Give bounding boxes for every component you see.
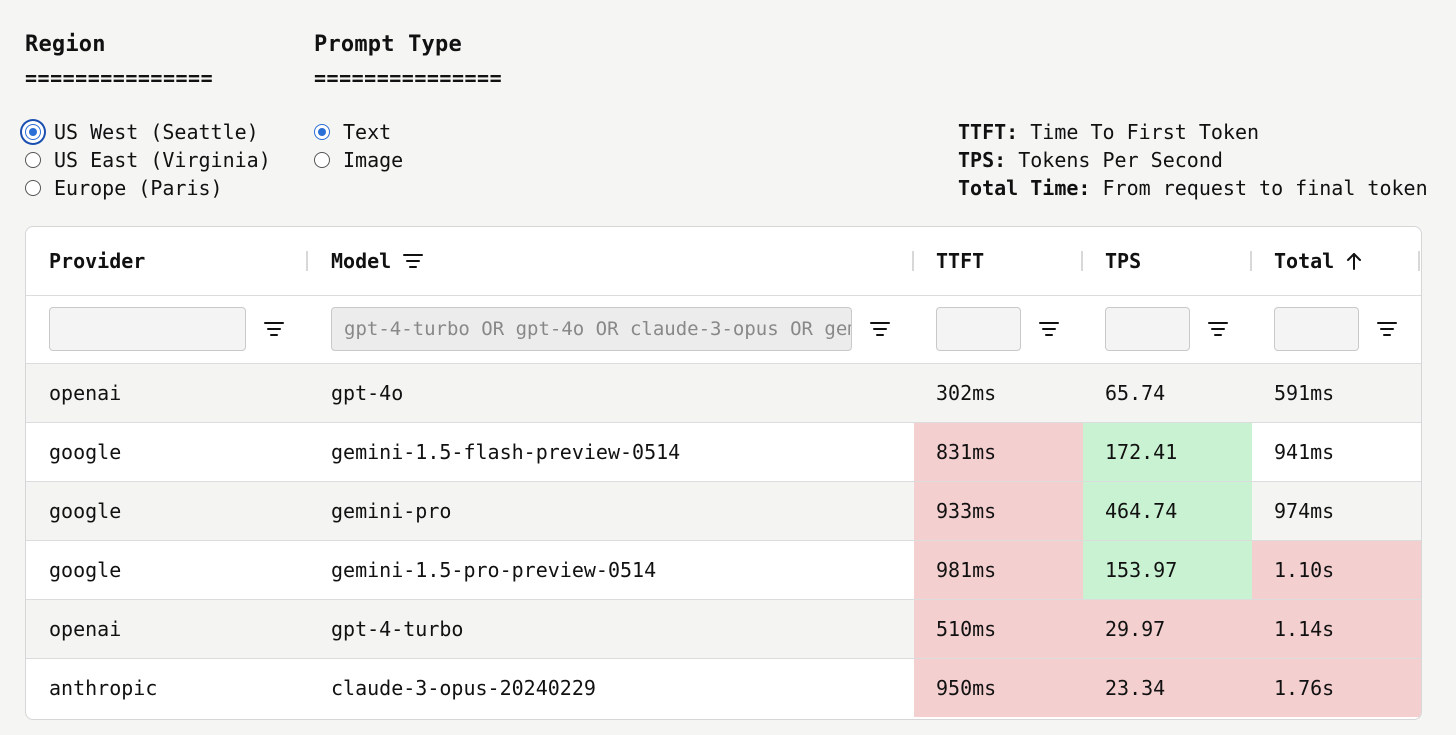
column-header-provider[interactable]: Provider: [49, 227, 145, 295]
ttft-cell: 933ms: [914, 482, 1083, 540]
tps-cell: 29.97: [1083, 600, 1252, 658]
tps-filter-input[interactable]: [1105, 307, 1190, 351]
column-label: Model: [331, 249, 392, 273]
ttft-cell: 981ms: [914, 541, 1083, 599]
tps-cell: 464.74: [1083, 482, 1252, 540]
table-row[interactable]: anthropic claude-3-opus-20240229 950ms 2…: [26, 659, 1421, 717]
table-row[interactable]: openai gpt-4-turbo 510ms 29.97 1.14s: [26, 600, 1421, 659]
total-cell: 1.10s: [1252, 541, 1421, 599]
tps-cell: 172.41: [1083, 423, 1252, 481]
column-header-model[interactable]: Model: [331, 227, 424, 295]
column-label: Provider: [49, 249, 146, 273]
filter-menu-icon[interactable]: [869, 319, 891, 339]
legend-term: TPS:: [958, 148, 1007, 172]
provider-cell: google: [49, 499, 122, 523]
model-cell: gemini-1.5-flash-preview-0514: [331, 440, 681, 464]
region-option-label: US East (Virginia): [54, 148, 271, 172]
model-cell: claude-3-opus-20240229: [331, 676, 596, 700]
column-separator[interactable]: [1250, 251, 1252, 271]
model-cell: gpt-4o: [331, 381, 404, 405]
region-heading: Region: [25, 32, 106, 57]
region-option-europe[interactable]: Europe (Paris): [25, 174, 223, 202]
region-option-us-west[interactable]: US West (Seattle): [25, 118, 259, 146]
legend-ttft: TTFT: Time To First Token: [958, 120, 1259, 144]
table-row[interactable]: openai gpt-4o 302ms 65.74 591ms: [26, 364, 1421, 423]
legend-desc: Tokens Per Second: [1018, 148, 1223, 172]
column-separator[interactable]: [1081, 251, 1083, 271]
ttft-cell: 831ms: [914, 423, 1083, 481]
column-header-ttft[interactable]: TTFT: [936, 227, 984, 295]
provider-filter-input[interactable]: [49, 307, 246, 351]
total-cell: 974ms: [1274, 499, 1335, 523]
total-cell: 941ms: [1274, 440, 1335, 464]
sort-ascending-icon[interactable]: [1346, 252, 1362, 270]
column-separator[interactable]: [912, 251, 914, 271]
total-cell: 591ms: [1274, 381, 1335, 405]
prompt-option-text[interactable]: Text: [314, 118, 391, 146]
legend-term: Total Time:: [958, 176, 1091, 200]
radio-button[interactable]: [25, 124, 41, 140]
column-separator[interactable]: [306, 251, 308, 271]
filter-row: gpt-4-turbo OR gpt-4o OR claude-3-opus O…: [26, 296, 1421, 364]
column-header-tps[interactable]: TPS: [1105, 227, 1141, 295]
tps-cell: 65.74: [1105, 381, 1166, 405]
filter-menu-icon[interactable]: [1038, 319, 1060, 339]
radio-button[interactable]: [314, 152, 330, 168]
table-row[interactable]: google gemini-1.5-pro-preview-0514 981ms…: [26, 541, 1421, 600]
region-underline: ===============: [25, 66, 214, 90]
ttft-filter-input[interactable]: [936, 307, 1021, 351]
model-cell: gemini-pro: [331, 499, 452, 523]
filter-active-icon[interactable]: [403, 253, 424, 269]
column-label: TTFT: [936, 249, 985, 273]
column-label: TPS: [1105, 249, 1142, 273]
legend-total-time: Total Time: From request to final token: [958, 176, 1428, 200]
column-header-total[interactable]: Total: [1274, 227, 1362, 295]
legend-desc: From request to final token: [1102, 176, 1428, 200]
legend-term: TTFT:: [958, 120, 1019, 144]
prompt-type-underline: ===============: [314, 66, 503, 90]
radio-button[interactable]: [25, 180, 41, 196]
provider-cell: google: [49, 440, 122, 464]
prompt-option-image[interactable]: Image: [314, 146, 403, 174]
model-cell: gpt-4-turbo: [331, 617, 464, 641]
prompt-option-label: Text: [343, 120, 392, 144]
results-grid: Provider Model TTFT TPS Total gpt-4-turb…: [25, 226, 1422, 720]
column-label: Total: [1274, 249, 1335, 273]
ttft-cell: 950ms: [914, 659, 1083, 717]
table-row[interactable]: google gemini-pro 933ms 464.74 974ms: [26, 482, 1421, 541]
model-cell: gemini-1.5-pro-preview-0514: [331, 558, 657, 582]
prompt-option-label: Image: [343, 148, 404, 172]
provider-cell: openai: [49, 617, 122, 641]
column-separator[interactable]: [1418, 251, 1420, 271]
total-cell: 1.76s: [1252, 659, 1421, 717]
prompt-type-heading: Prompt Type: [314, 32, 462, 57]
grid-header: Provider Model TTFT TPS Total: [26, 227, 1421, 296]
tps-cell: 153.97: [1083, 541, 1252, 599]
total-filter-input[interactable]: [1274, 307, 1359, 351]
ttft-cell: 302ms: [936, 381, 997, 405]
region-option-label: US West (Seattle): [54, 120, 259, 144]
table-row[interactable]: google gemini-1.5-flash-preview-0514 831…: [26, 423, 1421, 482]
filter-menu-icon[interactable]: [1207, 319, 1229, 339]
filter-menu-icon[interactable]: [263, 319, 285, 339]
region-option-label: Europe (Paris): [54, 176, 223, 200]
legend-tps: TPS: Tokens Per Second: [958, 148, 1223, 172]
legend-desc: Time To First Token: [1030, 120, 1260, 144]
provider-cell: google: [49, 558, 122, 582]
filter-menu-icon[interactable]: [1376, 319, 1398, 339]
total-cell: 1.14s: [1252, 600, 1421, 658]
region-option-us-east[interactable]: US East (Virginia): [25, 146, 271, 174]
provider-cell: openai: [49, 381, 122, 405]
model-filter-input[interactable]: gpt-4-turbo OR gpt-4o OR claude-3-opus O…: [331, 307, 852, 351]
tps-cell: 23.34: [1083, 659, 1252, 717]
ttft-cell: 510ms: [914, 600, 1083, 658]
radio-button[interactable]: [314, 124, 330, 140]
radio-button[interactable]: [25, 152, 41, 168]
provider-cell: anthropic: [49, 676, 158, 700]
